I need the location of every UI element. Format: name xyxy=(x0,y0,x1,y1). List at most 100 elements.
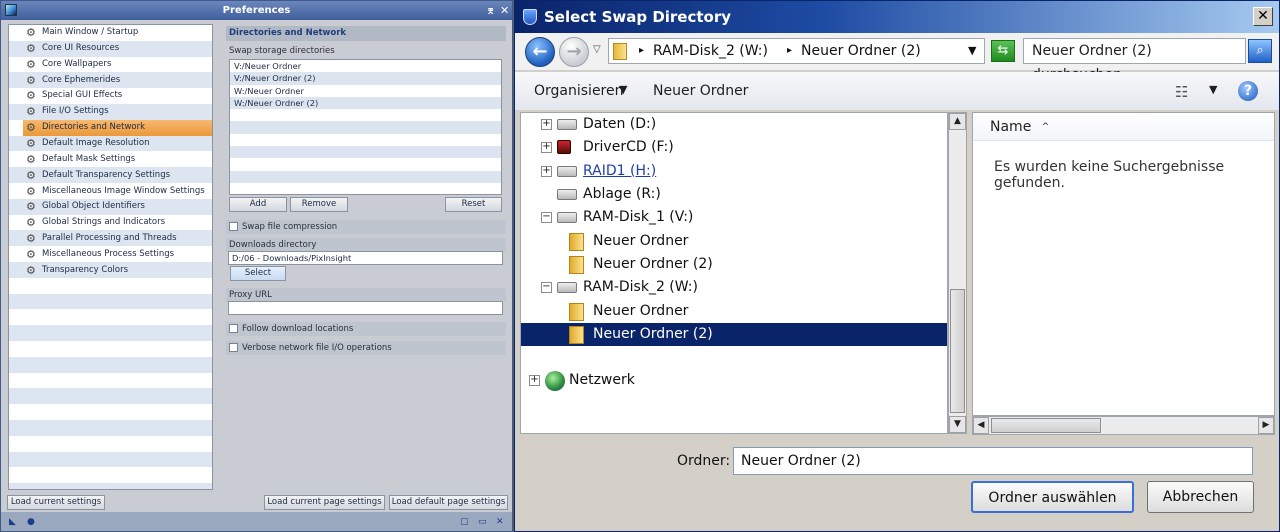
category-item[interactable]: ⚙ Core Wallpapers xyxy=(23,57,212,73)
category-item[interactable]: ⚙ Parallel Processing and Threads xyxy=(23,231,212,247)
category-item[interactable]: ⚙ Default Mask Settings xyxy=(23,152,212,168)
organize-menu[interactable]: Organisieren xyxy=(534,83,624,99)
scroll-down-icon[interactable]: ▼ xyxy=(949,416,966,433)
category-item[interactable]: ⚙ Default Image Resolution xyxy=(23,136,212,152)
load-current-page-button[interactable]: Load current page settings xyxy=(264,495,385,510)
verbose-checkbox[interactable] xyxy=(229,343,238,352)
expand-icon[interactable]: + xyxy=(541,165,552,177)
tree-item[interactable]: − RAM-Disk_2 (W:) xyxy=(521,276,947,299)
address-dropdown-icon[interactable]: ▼ xyxy=(968,39,976,63)
document-icon[interactable]: ▭ xyxy=(478,517,487,527)
organize-dropdown-icon[interactable]: ▼ xyxy=(619,83,627,96)
proxy-url-field[interactable] xyxy=(228,301,503,315)
tree-item-label: Neuer Ordner xyxy=(593,302,689,319)
scroll-left-icon[interactable]: ◀ xyxy=(973,417,989,434)
folder-tree[interactable]: + Daten (D:) + DriverCD (F:) + RAID1 (H:) Abla… xyxy=(520,112,948,434)
back-arrow-icon[interactable]: ← xyxy=(525,37,555,67)
select-button[interactable]: Select xyxy=(230,266,286,281)
app-logo-icon xyxy=(5,4,17,16)
category-row-background xyxy=(9,435,212,452)
category-item[interactable]: ⚙ Directories and Network xyxy=(23,120,212,136)
breadcrumb-folder[interactable]: Neuer Ordner (2) xyxy=(801,39,921,63)
tree-item[interactable]: Neuer Ordner xyxy=(521,300,947,323)
name-column-header[interactable]: Name ^ xyxy=(973,113,1274,141)
cancel-button[interactable]: Abbrechen xyxy=(1147,481,1254,513)
address-bar[interactable]: ▸ RAM-Disk_2 (W:) ▸ Neuer Ordner (2) ▼ xyxy=(608,38,985,64)
expand-icon[interactable]: + xyxy=(541,119,552,130)
swap-directory-row[interactable]: V:/Neuer Ordner (2) xyxy=(230,72,501,85)
tree-item[interactable]: − RAM-Disk_1 (V:) xyxy=(521,206,947,229)
tree-item-label: RAM-Disk_2 (W:) xyxy=(583,279,698,296)
reset-button[interactable]: Reset xyxy=(445,197,502,212)
dialog-close-button[interactable]: ✕ xyxy=(1253,7,1273,26)
tree-item[interactable]: + RAID1 (H:) xyxy=(521,160,947,183)
swap-directory-row[interactable]: W:/Neuer Ordner xyxy=(230,85,501,97)
breadcrumb-drive[interactable]: RAM-Disk_2 (W:) xyxy=(653,39,768,63)
name-column-label: Name xyxy=(990,119,1032,135)
remove-button[interactable]: Remove xyxy=(290,197,348,212)
scroll-right-icon[interactable]: ▶ xyxy=(1258,417,1274,434)
history-dropdown-icon[interactable]: ▽ xyxy=(593,44,601,55)
gear-icon: ⚙ xyxy=(26,26,36,39)
tree-item[interactable]: Neuer Ordner (2) xyxy=(521,253,947,276)
category-item[interactable]: ⚙ Default Transparency Settings xyxy=(23,168,212,184)
expand-icon[interactable]: + xyxy=(541,142,552,154)
search-icon[interactable]: ⌕ xyxy=(1248,39,1272,63)
category-item[interactable]: ⚙ File I/O Settings xyxy=(23,104,212,120)
collapse-icon[interactable]: − xyxy=(541,212,552,224)
tree-vertical-scrollbar[interactable]: ▲ ▼ xyxy=(948,112,967,434)
collapse-icon[interactable]: ✕ xyxy=(496,517,504,527)
view-dropdown-icon[interactable]: ▼ xyxy=(1209,83,1217,96)
swap-compression-checkbox[interactable] xyxy=(229,222,238,231)
preferences-title: Preferences xyxy=(222,5,291,16)
category-item[interactable]: ⚙ Transparency Colors xyxy=(23,263,212,279)
breadcrumb-separator-icon[interactable]: ▸ xyxy=(639,39,644,63)
expand-icon[interactable]: + xyxy=(529,375,540,386)
tree-item[interactable]: + DriverCD (F:) xyxy=(521,136,947,159)
preferences-titlebar[interactable]: Preferences ⌆ ✕ xyxy=(1,1,512,20)
follow-checkbox[interactable] xyxy=(229,324,238,333)
new-folder-button[interactable]: Neuer Ordner xyxy=(653,83,748,99)
help-icon[interactable]: ? xyxy=(1238,81,1258,101)
category-item[interactable]: ⚙ Miscellaneous Process Settings xyxy=(23,247,212,263)
tree-item[interactable]: + Netzwerk xyxy=(521,369,947,392)
scroll-up-icon[interactable]: ▲ xyxy=(949,113,966,130)
swap-directory-list[interactable]: V:/Neuer Ordner V:/Neuer Ordner (2) W:/Neu… xyxy=(229,59,502,195)
swap-directory-row[interactable]: V:/Neuer Ordner xyxy=(230,60,501,72)
tree-item-label: RAID1 (H:) xyxy=(583,162,657,179)
category-item[interactable]: ⚙ Core UI Resources xyxy=(23,41,212,57)
tree-item[interactable]: Ablage (R:) xyxy=(521,183,947,206)
tree-item[interactable]: Neuer Ordner (2) xyxy=(521,323,947,346)
category-item[interactable]: ⚙ Global Object Identifiers xyxy=(23,199,212,215)
pin-icon[interactable]: ⌆ xyxy=(486,1,495,20)
choose-folder-button[interactable]: Ordner auswählen xyxy=(971,481,1134,513)
window-icon[interactable]: ▢ xyxy=(460,517,469,527)
category-item[interactable]: ⚙ Global Strings and Indicators xyxy=(23,215,212,231)
category-item[interactable]: ⚙ Main Window / Startup xyxy=(23,25,212,41)
category-item[interactable]: ⚙ Special GUI Effects xyxy=(23,88,212,104)
load-default-page-button[interactable]: Load default page settings xyxy=(389,495,508,510)
search-input[interactable]: Neuer Ordner (2) durchsuchen xyxy=(1023,38,1246,83)
hscroll-thumb[interactable] xyxy=(991,418,1101,433)
swap-directory-row[interactable]: W:/Neuer Ordner (2) xyxy=(230,96,501,110)
folder-field[interactable]: Neuer Ordner (2) xyxy=(733,447,1253,475)
tree-item[interactable]: Neuer Ordner xyxy=(521,230,947,253)
load-current-settings-button[interactable]: Load current settings xyxy=(7,495,105,510)
category-item[interactable]: ⚙ Core Ephemerides xyxy=(23,73,212,89)
category-item[interactable]: ⚙ Miscellaneous Image Window Settings xyxy=(23,184,212,200)
add-button[interactable]: Add xyxy=(229,197,287,212)
view-options-icon[interactable]: ☷ xyxy=(1175,83,1188,101)
collapse-icon[interactable]: − xyxy=(541,282,552,294)
refresh-icon[interactable]: ⇆ xyxy=(991,40,1015,62)
scroll-thumb[interactable] xyxy=(950,289,965,413)
breadcrumb-separator-icon[interactable]: ▸ xyxy=(787,39,792,63)
forward-arrow-icon[interactable]: → xyxy=(559,37,589,67)
close-icon[interactable]: ✕ xyxy=(500,1,509,20)
results-horizontal-scrollbar[interactable]: ◀ ▶ xyxy=(972,416,1275,435)
dot-icon[interactable]: ● xyxy=(27,517,35,527)
arrow-icon[interactable]: ◣ xyxy=(9,517,16,527)
settings-panel: Directories and Network Swap storage dir… xyxy=(226,26,507,486)
downloads-field[interactable]: D:/06 - Downloads/PixInsight xyxy=(228,251,503,265)
tree-item[interactable]: + Daten (D:) xyxy=(521,113,947,136)
dialog-titlebar[interactable]: Select Swap Directory ✕ xyxy=(515,1,1279,33)
